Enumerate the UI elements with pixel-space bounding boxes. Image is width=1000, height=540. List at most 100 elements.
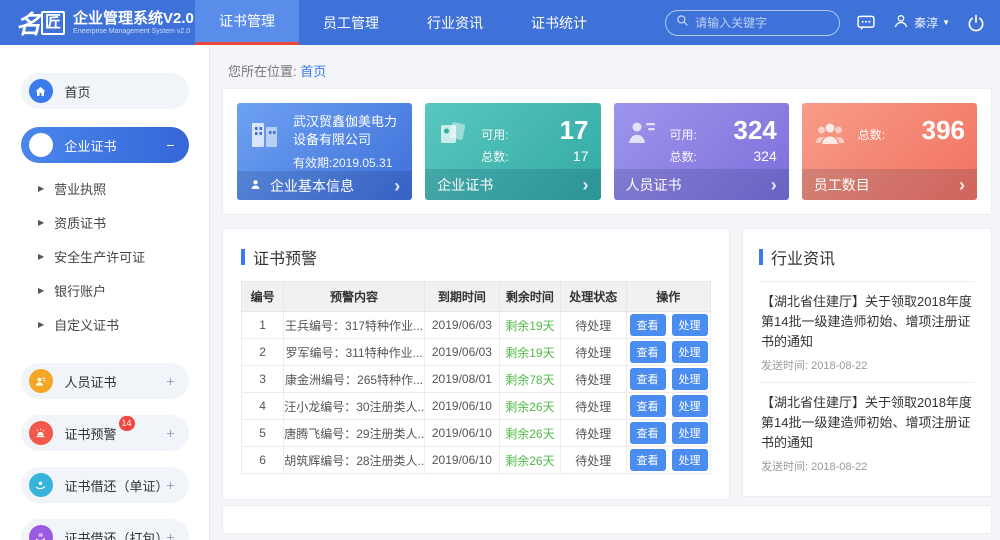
remaining-days: 剩余19天 xyxy=(499,339,560,366)
warning-content: 康金洲编号：265特种作... xyxy=(284,366,425,393)
sidebar-subitem[interactable]: ▶ 安全生产许可证 xyxy=(0,239,209,273)
sidebar-subitem-label: 营业执照 xyxy=(54,179,106,198)
industry-news-panel: 行业资讯 【湖北省住建厅】关于领取2018年度第14批一级建造师初始、增项注册证… xyxy=(742,228,992,497)
hand-package-icon xyxy=(29,525,53,540)
expand-icon[interactable]: + xyxy=(166,373,174,389)
row-id: 2 xyxy=(242,339,284,366)
enterprise-cert-link[interactable]: 企业证书 › xyxy=(425,169,600,200)
app-logo: 名 匠 企业管理系统V2.0 Eneerprise Management Sys… xyxy=(0,0,195,45)
remaining-days: 剩余26天 xyxy=(499,447,560,474)
column-header: 到期时间 xyxy=(424,282,499,312)
view-button[interactable]: 查看 xyxy=(630,314,666,336)
handle-button[interactable]: 处理 xyxy=(672,449,708,471)
chevron-down-icon: ▼ xyxy=(942,18,950,27)
handle-button[interactable]: 处理 xyxy=(672,341,708,363)
nav-tab[interactable]: 证书统计 xyxy=(507,0,611,45)
sidebar-item-cert-warning[interactable]: 证书预警14 + xyxy=(21,415,189,451)
sidebar-subitem-label: 安全生产许可证 xyxy=(54,247,145,266)
sidebar-item-cert-borrow-single[interactable]: 证书借还（单证） + xyxy=(21,467,189,503)
employees-link[interactable]: 员工数目 › xyxy=(802,169,977,200)
handle-button[interactable]: 处理 xyxy=(672,422,708,444)
person-list-icon xyxy=(626,113,660,169)
section-title: 行业资讯 xyxy=(771,245,835,269)
column-header: 处理状态 xyxy=(560,282,626,312)
sidebar-item-home[interactable]: 首页 xyxy=(21,73,189,109)
app-title: 企业管理系统V2.0 xyxy=(73,10,194,27)
sidebar-subitem[interactable]: ▶ 营业执照 xyxy=(0,171,209,205)
sidebar-item-label: 人员证书 xyxy=(65,372,117,391)
view-button[interactable]: 查看 xyxy=(630,341,666,363)
nav-tab[interactable]: 行业资讯 xyxy=(403,0,507,45)
handle-button[interactable]: 处理 xyxy=(672,314,708,336)
sidebar-subitem[interactable]: ▶ 银行账户 xyxy=(0,273,209,307)
main-nav: 证书管理 员工管理 行业资讯 证书统计 xyxy=(195,0,611,45)
logout-icon[interactable] xyxy=(966,13,986,33)
top-header: 名 匠 企业管理系统V2.0 Eneerprise Management Sys… xyxy=(0,0,1000,45)
view-button[interactable]: 查看 xyxy=(630,395,666,417)
warning-content: 王兵编号：317特种作业... xyxy=(284,312,425,339)
status: 待处理 xyxy=(560,312,626,339)
table-row: 4 汪小龙编号：30注册类人... 2019/06/10 剩余26天 待处理 查… xyxy=(242,393,711,420)
person-small-icon xyxy=(249,178,262,194)
sidebar-submenu: ▶ 营业执照 ▶ 资质证书 ▶ 安全生产许可证 ▶ 银行账户 ▶ 自定义证书 xyxy=(0,163,209,347)
expand-icon[interactable]: + xyxy=(166,425,174,441)
message-icon[interactable] xyxy=(856,13,876,33)
expiry-date: 2019/06/10 xyxy=(424,393,499,420)
breadcrumb-home-link[interactable]: 首页 xyxy=(300,64,326,79)
total-label: 总数: xyxy=(670,148,697,165)
company-info-link[interactable]: 企业基本信息 › xyxy=(237,171,412,200)
row-id: 1 xyxy=(242,312,284,339)
card-footer-label: 人员证书 xyxy=(626,175,682,195)
sidebar-item-label: 首页 xyxy=(65,82,91,101)
expiry-date: 2019/08/01 xyxy=(424,366,499,393)
handle-button[interactable]: 处理 xyxy=(672,395,708,417)
total-label: 总数: xyxy=(858,126,885,143)
expiry-date: 2019/06/03 xyxy=(424,339,499,366)
user-menu[interactable]: 秦淳 ▼ xyxy=(892,12,950,33)
breadcrumb-prefix: 您所在位置: xyxy=(228,64,297,79)
handle-button[interactable]: 处理 xyxy=(672,368,708,390)
table-row: 5 唐腾飞编号：29注册类人... 2019/06/10 剩余26天 待处理 查… xyxy=(242,420,711,447)
title-accent-bar xyxy=(241,249,245,265)
status: 待处理 xyxy=(560,393,626,420)
view-button[interactable]: 查看 xyxy=(630,422,666,444)
column-header: 操作 xyxy=(626,282,710,312)
certificates-icon xyxy=(437,113,471,169)
sidebar-item-label: 企业证书 xyxy=(65,136,117,155)
search-icon xyxy=(676,14,689,32)
nav-tab[interactable]: 员工管理 xyxy=(299,0,403,45)
news-item[interactable]: 【湖北省住建厅】关于领取2018年度第14批一级建造师初始、增项注册证书的通知 … xyxy=(759,382,975,483)
row-actions: 查看处理 xyxy=(626,366,710,393)
sidebar-subitem[interactable]: ▶ 资质证书 xyxy=(0,205,209,239)
personnel-cert-link[interactable]: 人员证书 › xyxy=(614,169,789,200)
logo-mark: 名 匠 xyxy=(16,5,65,41)
sidebar-subitem[interactable]: ▶ 自定义证书 xyxy=(0,307,209,341)
sidebar-item-personnel-cert[interactable]: 人员证书 + xyxy=(21,363,189,399)
sidebar-item-enterprise-cert[interactable]: 企业证书 − xyxy=(21,127,189,163)
sidebar-item-cert-borrow-package[interactable]: 证书借还（打包） + xyxy=(21,519,189,540)
sidebar-subitem-label: 自定义证书 xyxy=(54,315,119,334)
arrow-right-icon: ▶ xyxy=(38,184,44,193)
nav-tab[interactable]: 证书管理 xyxy=(195,0,299,45)
search-input[interactable] xyxy=(695,16,815,30)
hand-borrow-icon xyxy=(29,473,53,497)
nav-tab-label: 证书统计 xyxy=(531,13,587,33)
search-box[interactable] xyxy=(665,10,840,36)
status: 待处理 xyxy=(560,366,626,393)
view-button[interactable]: 查看 xyxy=(630,368,666,390)
arrow-right-icon: ▶ xyxy=(38,320,44,329)
collapse-icon[interactable]: − xyxy=(166,137,174,153)
expiry-date: 2019/06/10 xyxy=(424,420,499,447)
available-label: 可用: xyxy=(670,126,697,143)
table-row: 3 康金洲编号：265特种作... 2019/08/01 剩余78天 待处理 查… xyxy=(242,366,711,393)
news-list: 【湖北省住建厅】关于领取2018年度第14批一级建造师初始、增项注册证书的通知 … xyxy=(759,281,975,483)
expiry-date: 2019/06/10 xyxy=(424,447,499,474)
row-id: 3 xyxy=(242,366,284,393)
news-item[interactable]: 【湖北省住建厅】关于领取2018年度第14批一级建造师初始、增项注册证书的通知 … xyxy=(759,281,975,382)
view-button[interactable]: 查看 xyxy=(630,449,666,471)
chevron-right-icon: › xyxy=(959,176,965,194)
total-label: 总数: xyxy=(481,148,508,165)
enterprise-cert-card: 可用: 17 总数: 17 企业证书 › xyxy=(425,103,600,200)
nav-tab-label: 员工管理 xyxy=(323,13,379,33)
logo-char: 名 xyxy=(16,5,39,41)
